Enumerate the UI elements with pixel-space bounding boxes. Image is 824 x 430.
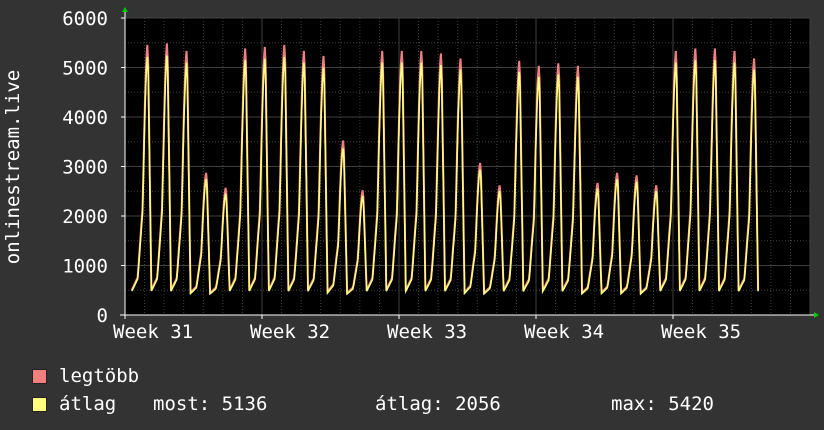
legend-swatch-max (32, 368, 47, 384)
y-axis-arrow (122, 7, 128, 12)
stat-average: átlag: 2056 (375, 393, 501, 415)
legend-row-max: legtöbb (32, 362, 812, 390)
legend-label-max: legtöbb (59, 365, 140, 387)
legend-swatch-avg (32, 396, 47, 412)
y-tick-label: 0 (97, 305, 108, 327)
x-tick-labels: Week 31 Week 32 Week 33 Week 34 Week 35 (113, 321, 741, 343)
legend-label-avg: átlag (59, 393, 117, 415)
y-tick-label: 4000 (62, 107, 108, 129)
x-tick-label: Week 33 (387, 321, 467, 343)
y-tick-label: 6000 (62, 8, 108, 30)
y-tick-label: 3000 (62, 157, 108, 179)
x-tick-label: Week 31 (113, 321, 193, 343)
x-axis-arrow (814, 312, 819, 318)
x-tick-label: Week 32 (250, 321, 330, 343)
y-tick-label: 1000 (62, 256, 108, 278)
x-tick-label: Week 34 (524, 321, 604, 343)
y-axis-label: onlinestream.live (2, 70, 24, 264)
y-tick-label: 2000 (62, 206, 108, 228)
legend: legtöbb átlag most: 5136 átlag: 2056 max… (32, 362, 812, 418)
stat-now: most: 5136 (153, 393, 268, 415)
legend-row-avg: átlag most: 5136 átlag: 2056 max: 5420 (32, 390, 812, 418)
x-tick-label: Week 35 (661, 321, 741, 343)
stat-max: max: 5420 (611, 393, 714, 415)
y-tick-labels: 0 1000 2000 3000 4000 5000 6000 (62, 8, 108, 327)
y-tick-label: 5000 (62, 58, 108, 80)
